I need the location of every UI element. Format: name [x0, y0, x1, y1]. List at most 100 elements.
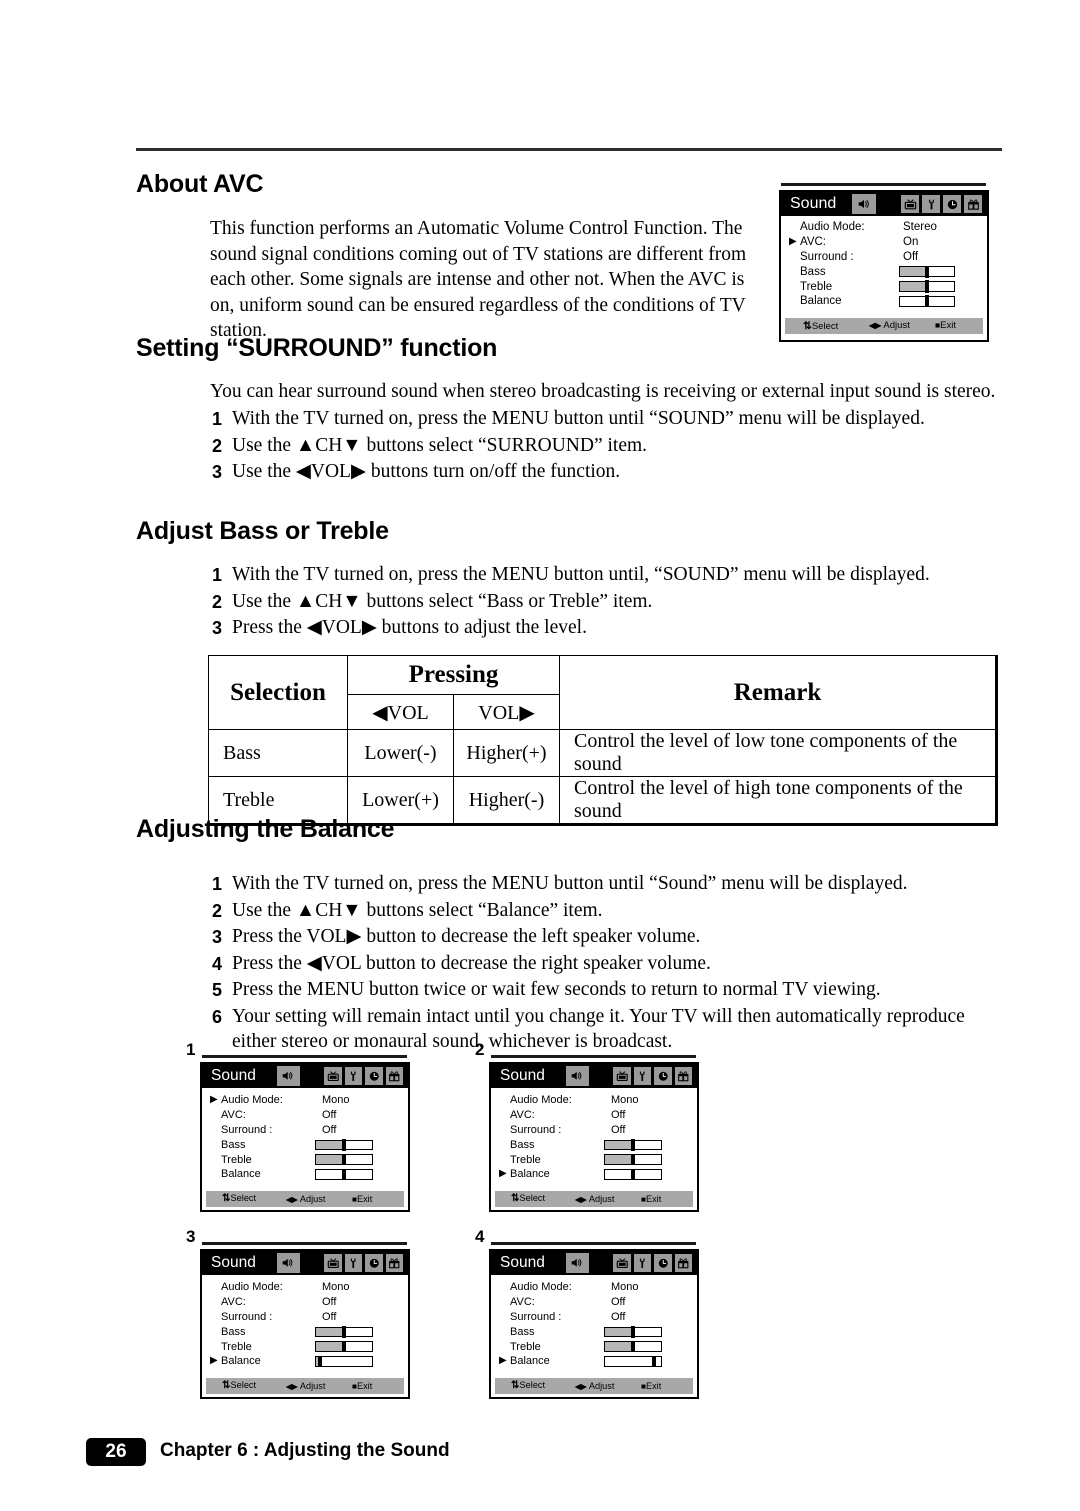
- osd-row-audio_mode[interactable]: ▶ Audio Mode: Mono: [202, 1093, 408, 1108]
- osd-row-treble[interactable]: Treble: [781, 279, 987, 294]
- osd-row-avc[interactable]: AVC: Off: [491, 1108, 697, 1123]
- osd-footer-select[interactable]: ⇅Select: [222, 1193, 256, 1204]
- gift-icon[interactable]: [384, 1253, 404, 1273]
- clock-icon[interactable]: [364, 1253, 384, 1273]
- speaker-icon[interactable]: [565, 1253, 589, 1273]
- tv-icon[interactable]: [612, 1066, 632, 1086]
- osd-footer-adjust[interactable]: ◀▶ Adjust: [869, 320, 910, 331]
- osd-row-surround[interactable]: Surround : Off: [491, 1123, 697, 1138]
- gift-icon[interactable]: [673, 1253, 693, 1273]
- osd-slider-balance[interactable]: [604, 1168, 662, 1181]
- osd-footer-select[interactable]: ⇅Select: [511, 1193, 545, 1204]
- osd-slider-bass[interactable]: [604, 1138, 662, 1151]
- osd-slider-treble-knob[interactable]: [631, 1340, 635, 1353]
- speaker-icon[interactable]: [276, 1066, 300, 1086]
- osd-row-balance[interactable]: Balance: [202, 1167, 408, 1182]
- osd-slider-treble-knob[interactable]: [631, 1153, 635, 1166]
- gift-icon[interactable]: [673, 1066, 693, 1086]
- osd-footer-select[interactable]: ⇅Select: [803, 320, 838, 332]
- speaker-icon[interactable]: [276, 1253, 300, 1273]
- osd-slider-balance[interactable]: [315, 1168, 373, 1181]
- osd-slider-bass-knob[interactable]: [342, 1138, 346, 1151]
- speaker-icon[interactable]: [852, 194, 876, 214]
- wrench-icon[interactable]: [632, 1253, 652, 1273]
- osd-slider-balance-knob[interactable]: [342, 1168, 346, 1181]
- osd-row-treble[interactable]: Treble: [491, 1152, 697, 1167]
- osd-row-avc[interactable]: AVC: Off: [202, 1108, 408, 1123]
- osd-row-surround[interactable]: Surround : Off: [781, 250, 987, 265]
- osd-slider-treble[interactable]: [315, 1340, 373, 1353]
- tv-icon[interactable]: [900, 194, 920, 214]
- osd-row-bass[interactable]: Bass: [202, 1137, 408, 1152]
- osd-slider-balance-knob[interactable]: [318, 1355, 323, 1368]
- osd-row-audio_mode[interactable]: Audio Mode: Mono: [491, 1280, 697, 1295]
- osd-slider-bass[interactable]: [604, 1325, 662, 1338]
- wrench-icon[interactable]: [343, 1066, 363, 1086]
- osd-row-avc[interactable]: AVC: Off: [202, 1295, 408, 1310]
- osd-row-bass[interactable]: Bass: [491, 1324, 697, 1339]
- osd-slider-balance[interactable]: [604, 1355, 662, 1368]
- osd-row-bass[interactable]: Bass: [781, 264, 987, 279]
- osd-row-treble[interactable]: Treble: [202, 1339, 408, 1354]
- osd-slider-balance[interactable]: [315, 1355, 373, 1368]
- osd-row-balance[interactable]: ▶ Balance: [202, 1354, 408, 1369]
- osd-slider-treble[interactable]: [315, 1153, 373, 1166]
- osd-slider-balance-knob[interactable]: [631, 1168, 635, 1181]
- wrench-icon[interactable]: [343, 1253, 363, 1273]
- osd-row-audio_mode[interactable]: Audio Mode: Stereo: [781, 220, 987, 235]
- clock-icon[interactable]: [942, 194, 962, 214]
- osd-row-balance[interactable]: ▶ Balance: [491, 1354, 697, 1369]
- speaker-icon[interactable]: [565, 1066, 589, 1086]
- osd-slider-bass[interactable]: [315, 1138, 373, 1151]
- osd-row-bass[interactable]: Bass: [491, 1137, 697, 1152]
- osd-row-treble[interactable]: Treble: [491, 1339, 697, 1354]
- osd-row-audio_mode[interactable]: Audio Mode: Mono: [491, 1093, 697, 1108]
- osd-row-surround[interactable]: Surround : Off: [491, 1310, 697, 1325]
- gift-icon[interactable]: [384, 1066, 404, 1086]
- clock-icon[interactable]: [653, 1066, 673, 1086]
- osd-slider-balance-knob[interactable]: [652, 1355, 657, 1368]
- wrench-icon[interactable]: [632, 1066, 652, 1086]
- osd-footer-exit[interactable]: ■Exit: [641, 1381, 661, 1391]
- osd-row-avc[interactable]: AVC: Off: [491, 1295, 697, 1310]
- gift-icon[interactable]: [963, 194, 983, 214]
- osd-slider-bass[interactable]: [899, 265, 955, 278]
- osd-slider-balance[interactable]: [899, 295, 955, 308]
- osd-footer-exit[interactable]: ■Exit: [641, 1194, 661, 1204]
- osd-slider-bass-knob[interactable]: [925, 265, 929, 278]
- osd-row-treble[interactable]: Treble: [202, 1152, 408, 1167]
- osd-footer-select[interactable]: ⇅Select: [222, 1380, 256, 1391]
- clock-icon[interactable]: [364, 1066, 384, 1086]
- osd-slider-bass-knob[interactable]: [342, 1325, 346, 1338]
- osd-footer-exit[interactable]: ■Exit: [352, 1194, 372, 1204]
- osd-footer-select[interactable]: ⇅Select: [511, 1380, 545, 1391]
- osd-row-balance[interactable]: Balance: [781, 294, 987, 309]
- osd-slider-treble[interactable]: [604, 1340, 662, 1353]
- tv-icon[interactable]: [323, 1253, 343, 1273]
- osd-footer-adjust[interactable]: ◀▶ Adjust: [575, 1381, 614, 1391]
- tv-icon[interactable]: [612, 1253, 632, 1273]
- osd-slider-bass[interactable]: [315, 1325, 373, 1338]
- osd-slider-treble[interactable]: [899, 280, 955, 293]
- clock-icon[interactable]: [653, 1253, 673, 1273]
- osd-footer-adjust[interactable]: ◀▶ Adjust: [575, 1194, 614, 1204]
- osd-row-bass[interactable]: Bass: [202, 1324, 408, 1339]
- osd-slider-bass-knob[interactable]: [631, 1325, 635, 1338]
- osd-footer-adjust[interactable]: ◀▶ Adjust: [286, 1194, 325, 1204]
- osd-footer-adjust[interactable]: ◀▶ Adjust: [286, 1381, 325, 1391]
- osd-slider-treble-knob[interactable]: [925, 280, 929, 293]
- osd-slider-treble-knob[interactable]: [342, 1340, 346, 1353]
- osd-row-audio_mode[interactable]: Audio Mode: Mono: [202, 1280, 408, 1295]
- osd-row-surround[interactable]: Surround : Off: [202, 1310, 408, 1325]
- osd-slider-balance-knob[interactable]: [925, 295, 929, 308]
- osd-footer-exit[interactable]: ■Exit: [935, 320, 956, 331]
- osd-slider-treble-knob[interactable]: [342, 1153, 346, 1166]
- osd-slider-bass-knob[interactable]: [631, 1138, 635, 1151]
- osd-slider-treble[interactable]: [604, 1153, 662, 1166]
- tv-icon[interactable]: [323, 1066, 343, 1086]
- wrench-icon[interactable]: [921, 194, 941, 214]
- osd-footer-exit[interactable]: ■Exit: [352, 1381, 372, 1391]
- osd-row-avc[interactable]: ▶ AVC: On: [781, 235, 987, 250]
- osd-row-surround[interactable]: Surround : Off: [202, 1123, 408, 1138]
- osd-row-balance[interactable]: ▶ Balance: [491, 1167, 697, 1182]
